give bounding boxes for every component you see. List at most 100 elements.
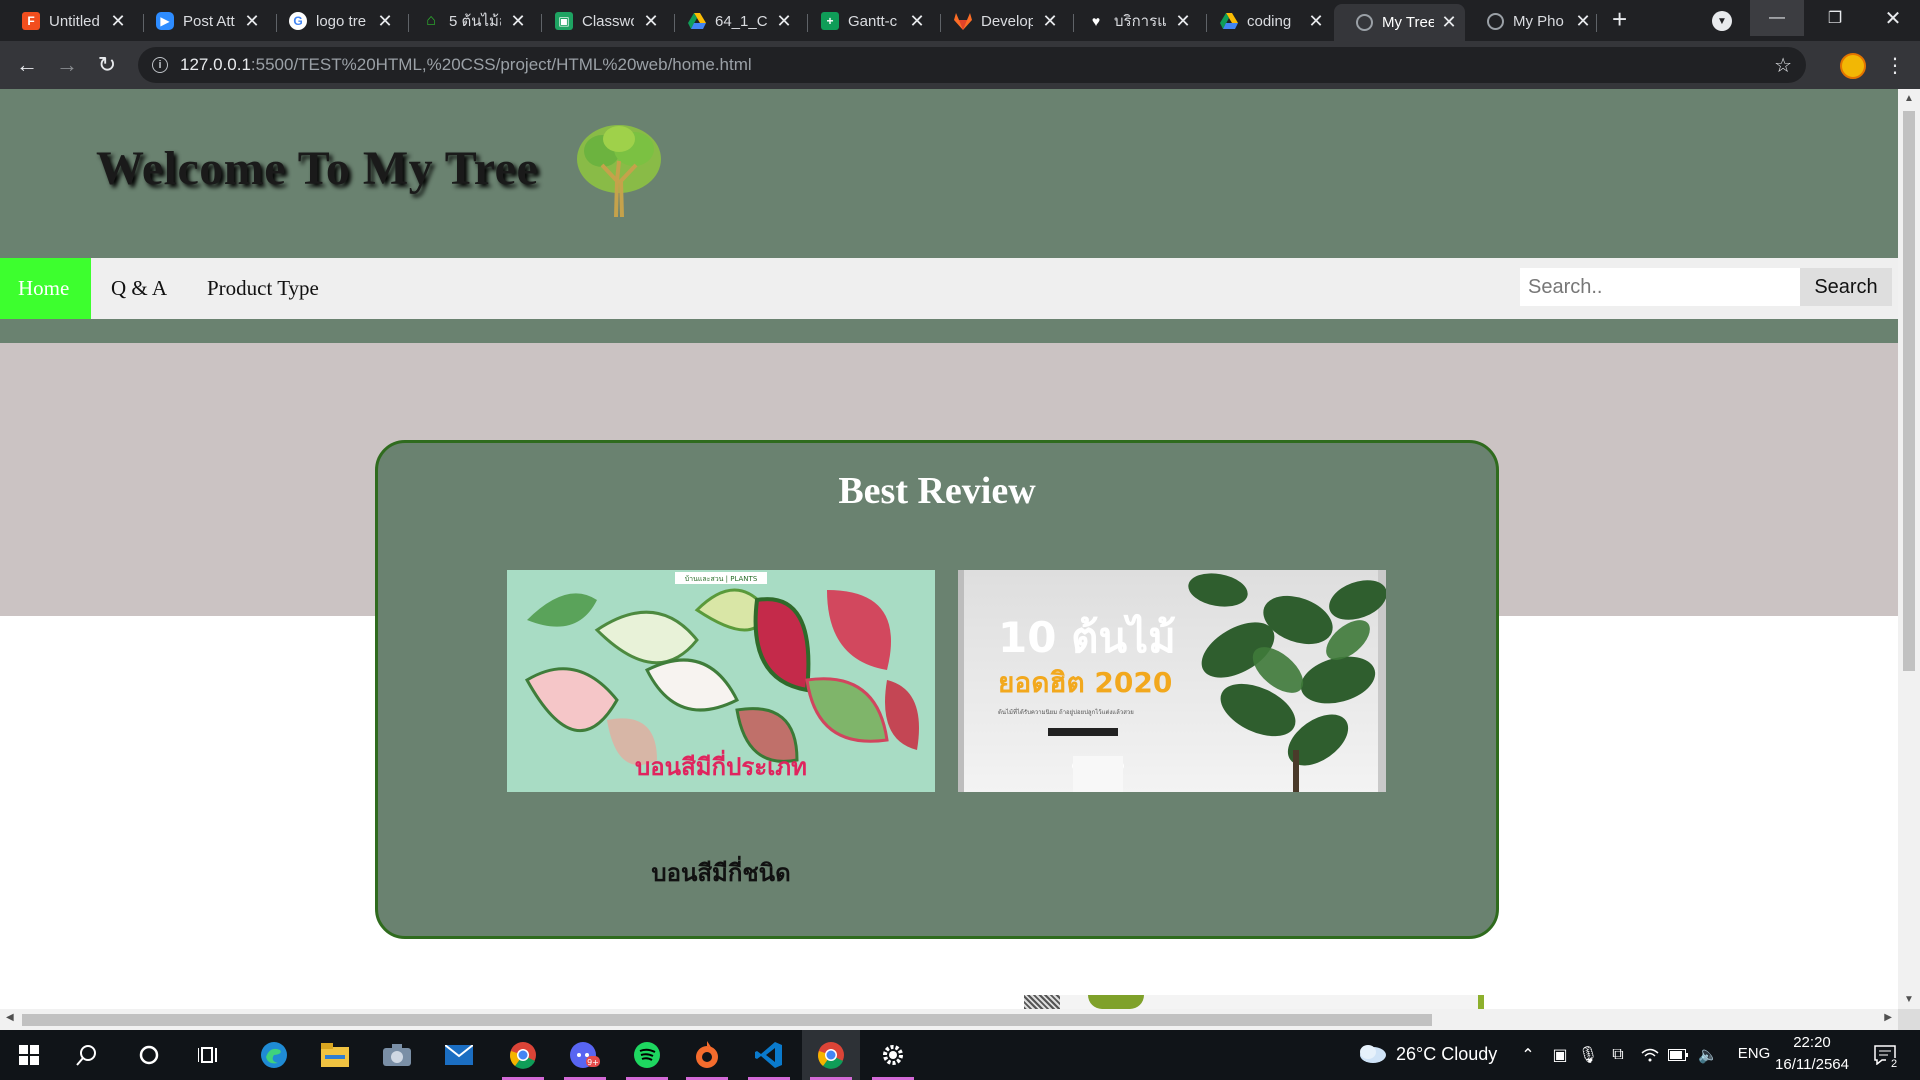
search-input[interactable] bbox=[1520, 268, 1800, 306]
horizontal-scrollbar[interactable]: ◀ ▶ bbox=[0, 1009, 1898, 1030]
volume-icon[interactable]: 🔈 bbox=[1698, 1045, 1718, 1065]
nav-qa[interactable]: Q & A bbox=[93, 258, 185, 319]
heart-icon: ♥ bbox=[1091, 13, 1101, 29]
tab-title: My Pho bbox=[1513, 12, 1564, 30]
wifi-icon[interactable] bbox=[1640, 1045, 1660, 1065]
search-button[interactable]: Search bbox=[1800, 268, 1892, 306]
clock-date[interactable]: 16/11/2564 bbox=[1772, 1056, 1852, 1073]
close-tab-icon[interactable]: ✕ bbox=[643, 11, 659, 32]
address-bar[interactable]: i 127.0.0.1 :5500/TEST%20HTML,%20CSS/pro… bbox=[138, 47, 1806, 83]
site-info-icon[interactable]: i bbox=[152, 57, 168, 73]
restore-icon[interactable]: ❐ bbox=[1808, 0, 1862, 36]
caladium-illustration: บ้านและสวน | PLANTS บอนสีมีกี่ประเภท bbox=[507, 570, 935, 792]
tab-64-1-cs[interactable]: 64_1_CS ✕ bbox=[666, 6, 800, 36]
mail-icon[interactable] bbox=[430, 1030, 488, 1080]
tab-title: 64_1_CS bbox=[715, 12, 767, 30]
camera-icon[interactable] bbox=[368, 1030, 426, 1080]
zoom-icon: ▶ bbox=[156, 12, 174, 30]
task-view-icon[interactable] bbox=[180, 1030, 238, 1080]
best-review-title: Best Review bbox=[838, 470, 1036, 512]
site-header: Welcome To My Tree bbox=[0, 89, 1898, 258]
scroll-left-icon[interactable]: ◀ bbox=[6, 1012, 14, 1023]
back-arrow-icon[interactable]: ← bbox=[12, 50, 42, 80]
globe-icon bbox=[1356, 14, 1373, 31]
battery-icon[interactable] bbox=[1668, 1045, 1688, 1065]
scroll-right-icon[interactable]: ▶ bbox=[1884, 1012, 1892, 1023]
figma-icon: F bbox=[22, 12, 40, 30]
microphone-icon[interactable]: 🎙 bbox=[1578, 1045, 1598, 1065]
vertical-scrollbar[interactable]: ▲ ▼ bbox=[1898, 89, 1920, 1009]
scroll-down-icon[interactable]: ▼ bbox=[1904, 994, 1914, 1005]
close-tab-icon[interactable]: ✕ bbox=[510, 11, 526, 32]
tab-my-tree[interactable]: My Tree ✕ bbox=[1334, 4, 1465, 41]
cloud-weather-icon[interactable] bbox=[1357, 1043, 1387, 1063]
vertical-scroll-thumb[interactable] bbox=[1903, 111, 1915, 671]
image-headline-line1: 10 ต้นไม้ bbox=[998, 613, 1176, 662]
settings-gear-icon[interactable] bbox=[864, 1030, 922, 1080]
tab-title: coding bbox=[1247, 12, 1292, 30]
close-tab-icon[interactable]: ✕ bbox=[909, 11, 925, 32]
weather-text[interactable]: 26°C Cloudy bbox=[1396, 1044, 1497, 1065]
nav-product-type[interactable]: Product Type bbox=[189, 258, 337, 319]
next-section-edge bbox=[1478, 995, 1484, 1009]
tab-logo-tree[interactable]: G logo tre ✕ bbox=[267, 6, 401, 36]
tab-title: Classwo bbox=[582, 12, 634, 30]
close-tab-icon[interactable]: ✕ bbox=[110, 11, 126, 32]
notification-count: 2 bbox=[1886, 1058, 1902, 1070]
minimize-icon[interactable]: — bbox=[1750, 0, 1804, 36]
clock-time[interactable]: 22:20 bbox=[1772, 1034, 1852, 1051]
horizontal-scroll-thumb[interactable] bbox=[22, 1014, 1432, 1026]
forward-arrow-icon[interactable]: → bbox=[52, 50, 82, 80]
close-tab-icon[interactable]: ✕ bbox=[244, 11, 260, 32]
menu-dots-icon[interactable]: ⋮ bbox=[1885, 53, 1905, 78]
spotify-icon[interactable] bbox=[618, 1030, 676, 1080]
top-trees-illustration: 10 ต้นไม้ ยอดฮิต 2020 ต้นไม้ที่ได้รับควา… bbox=[958, 570, 1386, 792]
tab-service[interactable]: ♥ บริการแ ✕ bbox=[1065, 6, 1199, 36]
close-tab-icon[interactable]: ✕ bbox=[776, 11, 792, 32]
language-indicator[interactable]: ENG bbox=[1734, 1045, 1774, 1062]
chevron-up-icon[interactable]: ⌃ bbox=[1518, 1045, 1538, 1065]
vscode-icon[interactable] bbox=[740, 1030, 798, 1080]
cortana-icon[interactable] bbox=[120, 1030, 178, 1080]
next-section-leaf bbox=[1088, 995, 1144, 1009]
tab-coding[interactable]: coding ✕ bbox=[1198, 6, 1332, 36]
tab-title: Post Att bbox=[183, 12, 235, 30]
tab-post-att[interactable]: ▶ Post Att ✕ bbox=[134, 6, 268, 36]
windows-start-icon[interactable] bbox=[0, 1030, 58, 1080]
origin-icon[interactable] bbox=[678, 1030, 736, 1080]
tab-title: 5 ต้นไม้สู bbox=[449, 13, 501, 30]
close-tab-icon[interactable]: ✕ bbox=[1175, 11, 1191, 32]
profile-avatar[interactable] bbox=[1840, 53, 1866, 79]
tab-title: My Tree bbox=[1382, 14, 1434, 31]
search-icon[interactable] bbox=[58, 1030, 116, 1080]
top-trees-image[interactable]: 10 ต้นไม้ ยอดฮิต 2020 ต้นไม้ที่ได้รับควา… bbox=[958, 570, 1386, 792]
close-tab-icon[interactable]: ✕ bbox=[1575, 11, 1591, 32]
new-tab-icon[interactable]: + bbox=[1612, 4, 1627, 35]
chrome-active-icon[interactable] bbox=[802, 1030, 860, 1080]
reload-icon[interactable]: ↻ bbox=[92, 50, 122, 80]
nav-home[interactable]: Home bbox=[0, 258, 91, 319]
close-window-icon[interactable]: ✕ bbox=[1866, 0, 1920, 36]
discord-icon[interactable]: 9+ bbox=[556, 1030, 614, 1080]
close-tab-icon[interactable]: ✕ bbox=[1441, 12, 1457, 33]
screen-share-icon[interactable]: ⧉ bbox=[1608, 1045, 1628, 1065]
caladium-image[interactable]: บ้านและสวน | PLANTS บอนสีมีกี่ประเภท bbox=[507, 570, 935, 792]
close-tab-icon[interactable]: ✕ bbox=[1308, 11, 1324, 32]
edge-icon[interactable] bbox=[245, 1030, 303, 1080]
tab-develop[interactable]: Develop ✕ bbox=[932, 6, 1066, 36]
tab-untitled[interactable]: F Untitled ✕ bbox=[0, 6, 134, 36]
tab-5-trees[interactable]: ⌂ 5 ต้นไม้สู ✕ bbox=[400, 6, 534, 36]
tab-gantt[interactable]: + Gantt-c ✕ bbox=[799, 6, 933, 36]
close-tab-icon[interactable]: ✕ bbox=[1042, 11, 1058, 32]
file-explorer-icon[interactable] bbox=[306, 1030, 364, 1080]
meet-now-icon[interactable]: ▣ bbox=[1550, 1045, 1570, 1065]
bookmark-star-icon[interactable]: ☆ bbox=[1774, 53, 1792, 78]
tab-my-photo[interactable]: My Pho ✕ bbox=[1465, 6, 1599, 36]
scroll-up-icon[interactable]: ▲ bbox=[1904, 93, 1914, 104]
tab-title: logo tre bbox=[316, 12, 367, 30]
review-caption[interactable]: บอนสีมีกี่ชนิด bbox=[507, 853, 935, 892]
chrome-icon[interactable] bbox=[494, 1030, 552, 1080]
close-tab-icon[interactable]: ✕ bbox=[377, 11, 393, 32]
tab-search-icon[interactable]: ▼ bbox=[1712, 11, 1732, 31]
tab-classroom[interactable]: ▣ Classwo ✕ bbox=[533, 6, 667, 36]
